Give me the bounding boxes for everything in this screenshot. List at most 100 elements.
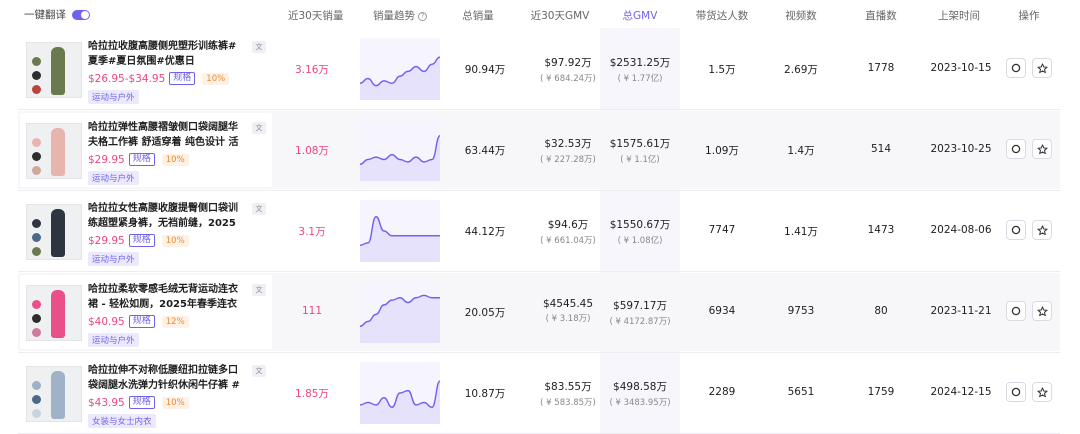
product-thumbnail[interactable] bbox=[26, 42, 82, 98]
favorite-button[interactable] bbox=[1032, 382, 1052, 402]
product-card[interactable]: 哈拉拉收腹高腰侧兜塑形训练裤#夏季#夏日氛围#优惠日 文 $26.95-$34.… bbox=[20, 32, 272, 106]
product-thumbnail[interactable] bbox=[26, 285, 82, 341]
listed-date-value: 2023-10-25 bbox=[930, 143, 992, 155]
col-sales30[interactable]: 近30天销量 bbox=[288, 8, 343, 23]
star-icon bbox=[1037, 63, 1048, 74]
star-icon bbox=[1037, 306, 1048, 317]
thumbnail-swatch bbox=[32, 233, 41, 242]
col-influencers[interactable]: 带货达人数 bbox=[692, 8, 752, 23]
gmv30-cny: ( ¥ 3.18万) bbox=[545, 314, 591, 324]
total-gmv-cny: ( ¥ 1.1亿) bbox=[620, 155, 660, 165]
thumbnail-swatch bbox=[32, 300, 41, 309]
product-thumbnail[interactable] bbox=[26, 123, 82, 179]
gmv30-cell: $94.6万 ( ¥ 661.04万) bbox=[528, 217, 608, 246]
detail-button[interactable] bbox=[1006, 58, 1026, 78]
sales-trend-sparkline[interactable] bbox=[360, 362, 440, 424]
spec-button[interactable]: 规格 bbox=[128, 315, 155, 328]
table-row[interactable]: 哈拉拉弹性高腰褶皱侧口袋阔腿华夫格工作裤 舒适穿着 纯色设计 活动自如 ... … bbox=[18, 111, 1060, 189]
product-price: $26.95-$34.95 bbox=[88, 72, 166, 85]
table-row[interactable]: 哈拉拉收腹高腰侧兜塑形训练裤#夏季#夏日氛围#优惠日 文 $26.95-$34.… bbox=[18, 30, 1060, 108]
detail-button[interactable] bbox=[1006, 301, 1026, 321]
circle-icon bbox=[1011, 225, 1021, 235]
total-sales-value: 63.44万 bbox=[464, 145, 506, 157]
translate-icon[interactable]: 文 bbox=[252, 203, 266, 215]
info-icon[interactable]: ? bbox=[418, 12, 427, 21]
product-card[interactable]: 哈拉拉伸不对称低腰纽扣拉链多口袋阔腿水洗弹力针织休闲牛仔裤 #夏日氛围... 文… bbox=[20, 356, 272, 430]
product-title[interactable]: 哈拉拉收腹高腰侧兜塑形训练裤#夏季#夏日氛围#优惠日 bbox=[88, 39, 240, 69]
col-listed[interactable]: 上架时间 bbox=[934, 8, 984, 23]
thumbnail-figure bbox=[51, 371, 65, 419]
favorite-button[interactable] bbox=[1032, 139, 1052, 159]
gmv30-cell: $4545.45 ( ¥ 3.18万) bbox=[528, 298, 608, 324]
category-tag[interactable]: 运动与户外 bbox=[88, 90, 139, 104]
product-card[interactable]: 哈拉拉柔软零感毛绒无背运动连衣裙 - 轻松如厕，2025年春季连衣裙，女士...… bbox=[20, 275, 272, 349]
influencers-value: 1.5万 bbox=[708, 64, 736, 76]
sales-trend-sparkline[interactable] bbox=[360, 119, 440, 181]
translate-icon[interactable]: 文 bbox=[252, 365, 266, 377]
col-total-sales[interactable]: 总销量 bbox=[458, 8, 498, 23]
favorite-button[interactable] bbox=[1032, 301, 1052, 321]
favorite-button[interactable] bbox=[1032, 220, 1052, 240]
gmv30-usd: $32.53万 bbox=[544, 138, 592, 150]
col-gmv30[interactable]: 近30天GMV bbox=[530, 8, 590, 23]
spec-button[interactable]: 规格 bbox=[128, 396, 155, 409]
thumbnail-swatch bbox=[32, 314, 41, 323]
translate-icon[interactable]: 文 bbox=[252, 122, 266, 134]
sales-trend-sparkline[interactable] bbox=[360, 281, 440, 343]
sales-trend-sparkline[interactable] bbox=[360, 38, 440, 100]
videos-value: 1.41万 bbox=[784, 226, 818, 238]
thumbnail-swatch bbox=[32, 381, 41, 390]
gmv30-cell: $83.55万 ( ¥ 583.85万) bbox=[528, 379, 608, 408]
product-title[interactable]: 哈拉拉女性高腰收腹提臀侧口袋训练超塑紧身裤，无裆前缝，2025年夏季穿... bbox=[88, 201, 240, 231]
category-tag[interactable]: 运动与户外 bbox=[88, 171, 139, 185]
category-tag[interactable]: 运动与户外 bbox=[88, 333, 139, 347]
product-title[interactable]: 哈拉拉弹性高腰褶皱侧口袋阔腿华夫格工作裤 舒适穿着 纯色设计 活动自如 ... bbox=[88, 120, 240, 150]
col-ops: 操作 bbox=[1018, 10, 1040, 22]
product-title[interactable]: 哈拉拉伸不对称低腰纽扣拉链多口袋阔腿水洗弹力针织休闲牛仔裤 #夏日氛围... bbox=[88, 363, 240, 393]
gmv30-usd: $97.92万 bbox=[544, 57, 592, 69]
table-row[interactable]: 哈拉拉女性高腰收腹提臀侧口袋训练超塑紧身裤，无裆前缝，2025年夏季穿... 文… bbox=[18, 192, 1060, 270]
sales30-value: 111 bbox=[301, 305, 323, 317]
col-lives[interactable]: 直播数 bbox=[861, 8, 901, 23]
detail-button[interactable] bbox=[1006, 139, 1026, 159]
influencers-value: 2289 bbox=[708, 386, 736, 398]
translate-icon[interactable]: 文 bbox=[252, 284, 266, 296]
price-line: $26.95-$34.95 规格 10% bbox=[88, 72, 230, 85]
product-price: $29.95 bbox=[88, 234, 125, 247]
detail-button[interactable] bbox=[1006, 382, 1026, 402]
thumbnail-swatch bbox=[32, 71, 41, 80]
spec-button[interactable]: 规格 bbox=[128, 153, 155, 166]
spec-button[interactable]: 规格 bbox=[128, 234, 155, 247]
thumbnail-swatch bbox=[32, 219, 41, 228]
spec-button[interactable]: 规格 bbox=[169, 72, 196, 85]
product-title[interactable]: 哈拉拉柔软零感毛绒无背运动连衣裙 - 轻松如厕，2025年春季连衣裙，女士... bbox=[88, 282, 240, 312]
table-row[interactable]: 哈拉拉柔软零感毛绒无背运动连衣裙 - 轻松如厕，2025年春季连衣裙，女士...… bbox=[18, 273, 1060, 351]
sales-trend-sparkline[interactable] bbox=[360, 200, 440, 262]
price-line: $29.95 规格 10% bbox=[88, 153, 189, 166]
col-trend-label: 销量趋势 bbox=[373, 10, 415, 22]
gmv30-usd: $4545.45 bbox=[542, 298, 594, 310]
total-gmv-cell: $1550.67万 ( ¥ 1.08亿) bbox=[600, 217, 680, 246]
thumbnail-swatch bbox=[32, 328, 41, 337]
translate-icon[interactable]: 文 bbox=[252, 41, 266, 53]
total-gmv-cell: $498.58万 ( ¥ 3483.95万) bbox=[600, 379, 680, 408]
circle-icon bbox=[1011, 306, 1021, 316]
favorite-button[interactable] bbox=[1032, 58, 1052, 78]
col-total-gmv[interactable]: 总GMV bbox=[620, 8, 660, 23]
product-card[interactable]: 哈拉拉女性高腰收腹提臀侧口袋训练超塑紧身裤，无裆前缝，2025年夏季穿... 文… bbox=[20, 194, 272, 268]
product-thumbnail[interactable] bbox=[26, 204, 82, 260]
translate-toggle-group[interactable]: 一键翻译 bbox=[24, 7, 90, 22]
product-thumbnail[interactable] bbox=[26, 366, 82, 422]
total-gmv-cny: ( ¥ 4172.87万) bbox=[609, 317, 671, 327]
videos-value: 5651 bbox=[787, 386, 815, 398]
lives-value: 1778 bbox=[867, 62, 895, 74]
category-tag[interactable]: 运动与户外 bbox=[88, 252, 139, 266]
table-row[interactable]: 哈拉拉伸不对称低腰纽扣拉链多口袋阔腿水洗弹力针织休闲牛仔裤 #夏日氛围... 文… bbox=[18, 354, 1060, 432]
detail-button[interactable] bbox=[1006, 220, 1026, 240]
product-card[interactable]: 哈拉拉弹性高腰褶皱侧口袋阔腿华夫格工作裤 舒适穿着 纯色设计 活动自如 ... … bbox=[20, 113, 272, 187]
sales30-value: 3.1万 bbox=[298, 226, 326, 238]
translate-toggle[interactable] bbox=[72, 9, 90, 20]
category-tag[interactable]: 女装与女士内衣 bbox=[88, 414, 156, 428]
table-header: 一键翻译 近30天销量 销量趋势? 总销量 近30天GMV 总GMV 带货达人数… bbox=[0, 0, 1080, 28]
col-videos[interactable]: 视频数 bbox=[781, 8, 821, 23]
